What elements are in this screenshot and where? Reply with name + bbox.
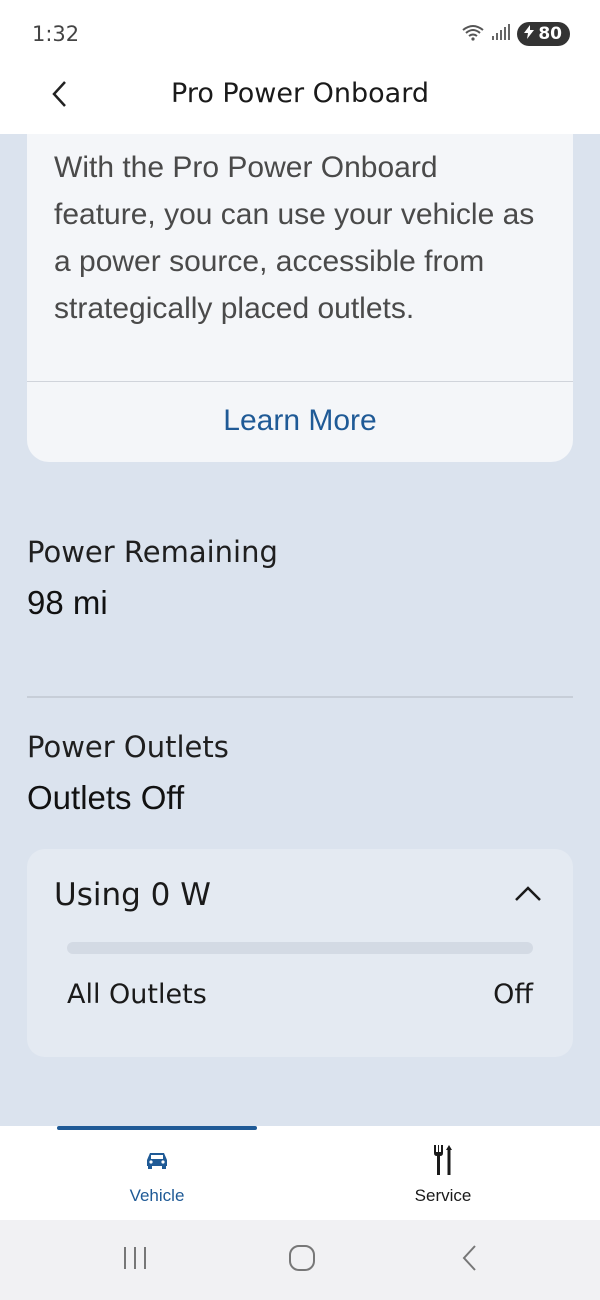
recent-apps-icon <box>121 1245 149 1276</box>
usage-progress-bar <box>67 942 533 954</box>
signal-icon <box>491 23 511 46</box>
outlet-row: All Outlets Off <box>67 979 533 1010</box>
collapse-button[interactable] <box>511 879 545 913</box>
feature-description: With the Pro Power Onboard feature, you … <box>54 151 535 325</box>
system-back-button[interactable] <box>445 1240 495 1280</box>
tools-icon <box>430 1142 456 1178</box>
status-time: 1:32 <box>32 22 80 46</box>
power-outlets-status: Outlets Off <box>27 779 185 816</box>
tab-service[interactable]: Service <box>313 1126 573 1220</box>
back-arrow-icon <box>460 1243 480 1278</box>
tab-vehicle-label: Vehicle <box>129 1186 185 1205</box>
wifi-icon <box>461 23 485 46</box>
status-bar: 1:32 80 <box>0 0 600 70</box>
section-divider <box>27 696 573 698</box>
app-header: Pro Power Onboard <box>0 70 600 134</box>
home-icon <box>287 1243 317 1278</box>
battery-level: 80 <box>538 24 562 44</box>
info-card: With the Pro Power Onboard feature, you … <box>27 134 573 462</box>
tab-vehicle[interactable]: Vehicle <box>27 1126 287 1220</box>
chevron-up-icon <box>513 884 543 909</box>
recent-apps-button[interactable] <box>110 1240 160 1280</box>
active-tab-indicator <box>57 1126 257 1130</box>
home-button[interactable] <box>277 1240 327 1280</box>
learn-more-link[interactable]: Learn More <box>27 404 573 438</box>
usage-card: Using 0 W All Outlets Off <box>27 849 573 1057</box>
tab-service-label: Service <box>414 1186 472 1205</box>
outlet-state: Off <box>493 979 533 1010</box>
system-nav-bar <box>0 1220 600 1300</box>
battery-bolt-icon <box>523 24 535 44</box>
status-icons: 80 <box>461 22 570 46</box>
bottom-tab-bar: Vehicle Service <box>0 1126 600 1220</box>
power-remaining-label: Power Remaining <box>27 535 278 569</box>
power-outlets-label: Power Outlets <box>27 730 229 764</box>
car-icon <box>144 1142 170 1178</box>
power-remaining-value: 98 mi <box>27 584 108 621</box>
battery-indicator: 80 <box>517 22 570 46</box>
page-title: Pro Power Onboard <box>171 78 429 109</box>
outlet-name: All Outlets <box>67 979 207 1010</box>
card-divider <box>27 381 573 382</box>
usage-title: Using 0 W <box>54 877 211 913</box>
